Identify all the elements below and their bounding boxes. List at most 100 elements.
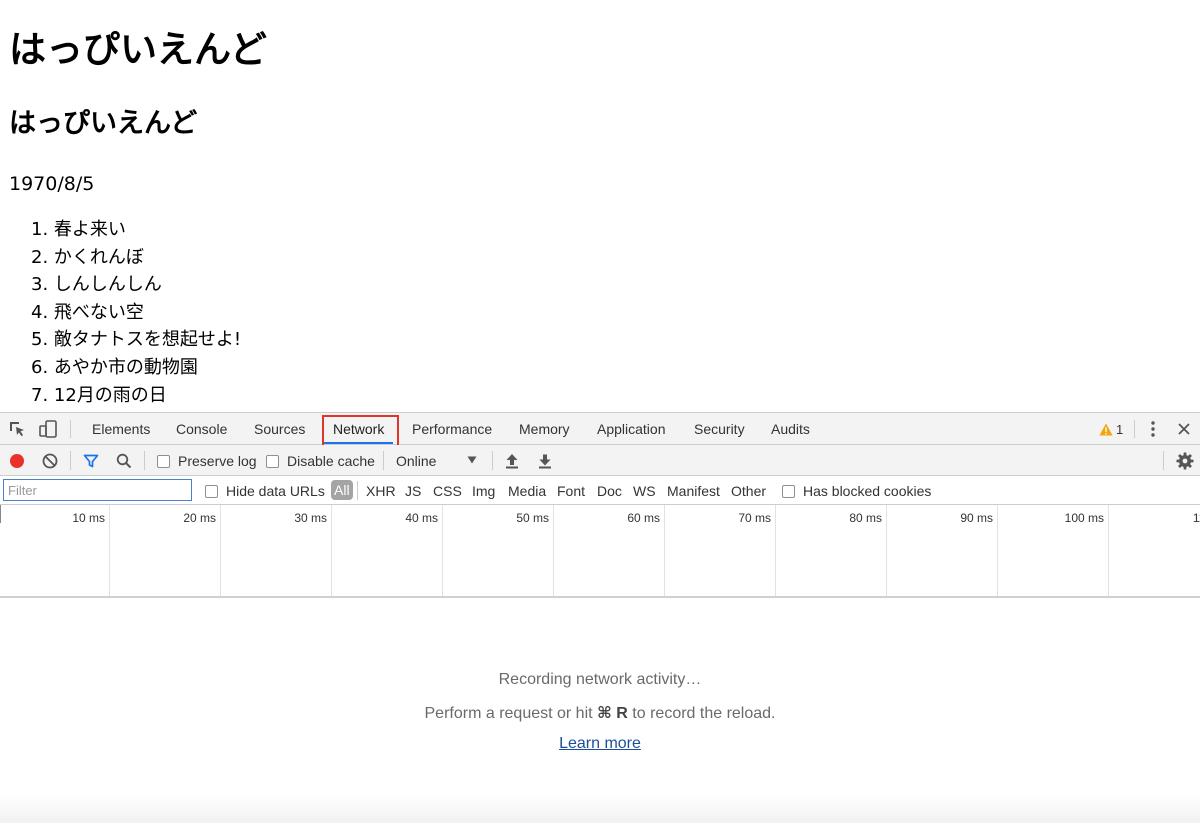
track-item: 5. 敵タナトスを想起せよ!: [31, 329, 242, 351]
tab-security[interactable]: Security: [694, 413, 745, 445]
filter-type-css[interactable]: CSS: [433, 476, 462, 505]
tabbar-separator: [1134, 420, 1135, 438]
timeline-tick: 40 ms: [332, 505, 443, 596]
checkbox-box[interactable]: [266, 454, 279, 468]
bottom-fade: [0, 794, 1200, 823]
filter-type-all[interactable]: All: [331, 480, 353, 500]
timeline-tick-label: 70 ms: [738, 511, 771, 525]
timeline-tick-label: 40 ms: [405, 511, 438, 525]
reload-hint: Perform a request or hit ⌘ R to record t…: [0, 703, 1200, 723]
device-toolbar-icon[interactable]: [38, 420, 58, 438]
close-icon[interactable]: [1175, 420, 1193, 438]
warning-icon[interactable]: [1098, 421, 1114, 437]
timeline-tick: 10 ms: [0, 505, 110, 596]
filter-type-media[interactable]: Media: [508, 476, 546, 505]
toolbar-separator: [70, 451, 71, 470]
network-filterbar: Hide data URLs All XHR JS CSS Img Media …: [0, 476, 1200, 505]
hide-data-urls-checkbox[interactable]: Hide data URLs: [205, 483, 325, 499]
tab-elements[interactable]: Elements: [92, 413, 150, 445]
timeline-tick: 20 ms: [110, 505, 221, 596]
settings-gear-icon[interactable]: [1175, 451, 1195, 471]
network-tab-highlight: [322, 415, 399, 448]
tab-application[interactable]: Application: [597, 413, 666, 445]
tab-memory[interactable]: Memory: [519, 413, 570, 445]
album-title: はっぴいえんど: [9, 108, 198, 139]
network-empty-state: Recording network activity… Perform a re…: [0, 598, 1200, 823]
export-har-icon[interactable]: [537, 452, 553, 470]
timeline-tick-label: 50 ms: [516, 511, 549, 525]
throttling-value: Online: [396, 453, 437, 469]
search-icon[interactable]: [115, 452, 133, 470]
timeline-tick-label: 20 ms: [183, 511, 216, 525]
preserve-log-checkbox[interactable]: Preserve log: [157, 453, 257, 469]
checkbox-box[interactable]: [205, 484, 218, 498]
timeline-tick: 90 ms: [887, 505, 998, 596]
filter-input[interactable]: [3, 479, 192, 501]
timeline-tick: 60 ms: [554, 505, 665, 596]
record-icon[interactable]: [8, 452, 26, 470]
timeline-tick-label: 60 ms: [627, 511, 660, 525]
timeline-tick-label: 30 ms: [294, 511, 327, 525]
checkbox-box[interactable]: [782, 484, 795, 498]
timeline-tick: 50 ms: [443, 505, 554, 596]
track-item: 4. 飛べない空: [31, 301, 144, 323]
import-har-icon[interactable]: [504, 452, 520, 470]
filter-type-ws[interactable]: WS: [633, 476, 656, 505]
timeline-tick: 30 ms: [221, 505, 332, 596]
hide-data-urls-label: Hide data URLs: [226, 483, 325, 499]
timeline-tick-label: 10 ms: [72, 511, 105, 525]
track-item: 3. しんしんしん: [31, 274, 162, 296]
preserve-log-label: Preserve log: [178, 453, 257, 469]
filter-type-xhr[interactable]: XHR: [366, 476, 396, 505]
reload-hint-text: to record the reload.: [627, 705, 776, 722]
tabbar-separator: [70, 420, 71, 438]
timeline-tick-label: 90 ms: [960, 511, 993, 525]
throttling-select[interactable]: Online: [396, 453, 436, 469]
reload-hint-text: Perform a request or hit: [424, 705, 598, 722]
tab-sources[interactable]: Sources: [254, 413, 305, 445]
network-overview-timeline[interactable]: 10 ms 20 ms 30 ms 40 ms 50 ms 60 ms 70 m…: [0, 505, 1200, 598]
disable-cache-checkbox[interactable]: Disable cache: [266, 453, 375, 469]
inspect-element-icon[interactable]: [8, 420, 26, 438]
toolbar-separator: [383, 451, 384, 470]
timeline-tick-label: 110: [1192, 511, 1200, 525]
learn-more-row: Learn more: [0, 735, 1200, 753]
clear-icon[interactable]: [41, 452, 59, 470]
reload-shortcut: ⌘ R: [597, 705, 628, 722]
devtools-tabbar: Elements Console Sources Network Perform…: [0, 413, 1200, 445]
track-list: 1. 春よ来い 2. かくれんぼ 3. しんしんしん 4. 飛べない空 5. 敵…: [31, 216, 241, 409]
checkbox-box[interactable]: [157, 454, 170, 468]
toolbar-separator: [492, 451, 493, 470]
filter-type-img[interactable]: Img: [472, 476, 495, 505]
filter-type-font[interactable]: Font: [557, 476, 585, 505]
filter-type-manifest[interactable]: Manifest: [667, 476, 720, 505]
has-blocked-cookies-checkbox[interactable]: Has blocked cookies: [782, 483, 931, 499]
timeline-tick: 110: [1109, 505, 1200, 596]
release-date: 1970/8/5: [9, 173, 95, 195]
disable-cache-label: Disable cache: [287, 453, 375, 469]
filter-type-doc[interactable]: Doc: [597, 476, 622, 505]
network-toolbar: Preserve log Disable cache Online: [0, 445, 1200, 476]
recording-message: Recording network activity…: [498, 671, 702, 688]
more-vert-icon[interactable]: [1144, 420, 1162, 438]
toolbar-separator: [144, 451, 145, 470]
timeline-tick: 80 ms: [776, 505, 887, 596]
learn-more-link[interactable]: Learn more: [559, 735, 641, 752]
page-heading: はっぴいえんど: [9, 28, 267, 71]
tab-audits[interactable]: Audits: [771, 413, 810, 445]
filter-type-js[interactable]: JS: [405, 476, 421, 505]
warning-count[interactable]: 1: [1116, 413, 1123, 445]
track-item: 7. 12月の雨の日: [31, 384, 167, 406]
track-item: 2. かくれんぼ: [31, 246, 144, 268]
page-content: はっぴいえんど はっぴいえんど 1970/8/5 1. 春よ来い 2. かくれん…: [0, 0, 1200, 412]
filterbar-separator: [357, 481, 358, 500]
tab-performance[interactable]: Performance: [412, 413, 492, 445]
toolbar-separator: [1163, 451, 1164, 470]
tab-console[interactable]: Console: [176, 413, 227, 445]
has-blocked-cookies-label: Has blocked cookies: [803, 483, 932, 499]
timeline-tick: 100 ms: [998, 505, 1109, 596]
filter-type-other[interactable]: Other: [731, 476, 766, 505]
filter-icon[interactable]: [82, 452, 100, 470]
dropdown-arrow-icon[interactable]: [466, 454, 478, 466]
devtools-panel: Elements Console Sources Network Perform…: [0, 412, 1200, 823]
